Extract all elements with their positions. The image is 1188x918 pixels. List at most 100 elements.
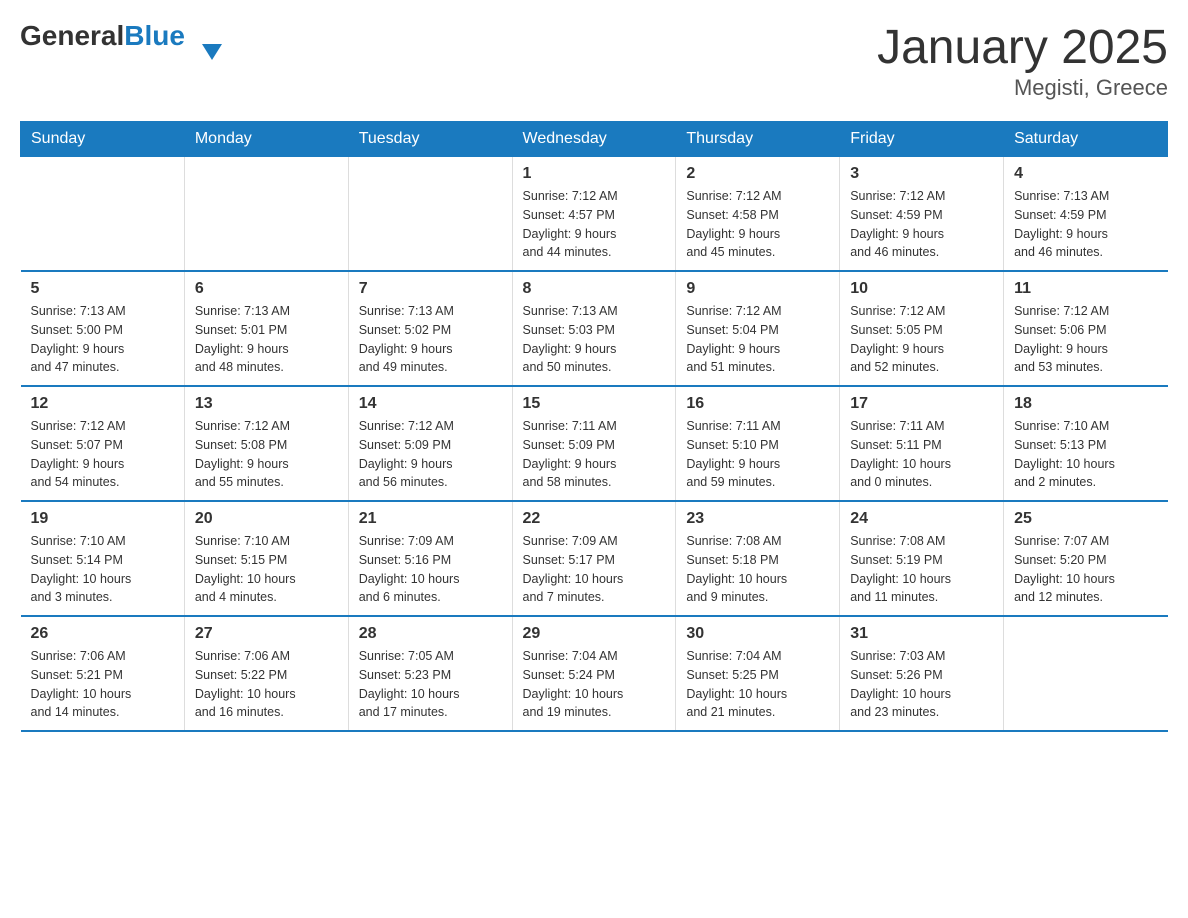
day-info: Sunrise: 7:08 AM Sunset: 5:18 PM Dayligh… xyxy=(686,532,829,607)
header-row: SundayMondayTuesdayWednesdayThursdayFrid… xyxy=(21,122,1168,157)
day-info: Sunrise: 7:03 AM Sunset: 5:26 PM Dayligh… xyxy=(850,647,993,722)
logo-wordmark: GeneralBlue xyxy=(20,20,202,52)
day-info: Sunrise: 7:08 AM Sunset: 5:19 PM Dayligh… xyxy=(850,532,993,607)
calendar-cell: 21Sunrise: 7:09 AM Sunset: 5:16 PM Dayli… xyxy=(348,501,512,616)
day-number: 16 xyxy=(686,395,829,413)
title-section: January 2025 Megisti, Greece xyxy=(877,20,1168,101)
calendar-cell: 17 Sunrise: 7:11 AM Sunset: 5:11 PM Dayli… xyxy=(840,386,1004,501)
day-info: Sunrise: 7:13 AM Sunset: 4:59 PM Dayligh… xyxy=(1014,187,1157,262)
calendar-cell xyxy=(348,157,512,272)
day-info: Sunrise: 7:04 AM Sunset: 5:24 PM Dayligh… xyxy=(523,647,666,722)
day-number: 29 xyxy=(523,625,666,643)
week-row-5: 26 Sunrise: 7:06 AM Sunset: 5:21 PM Dayli… xyxy=(21,616,1168,731)
calendar-cell: 2 Sunrise: 7:12 AM Sunset: 4:58 PM Daylig… xyxy=(676,157,840,272)
day-info: Sunrise: 7:07 AM Sunset: 5:20 PM Dayligh… xyxy=(1014,532,1157,607)
calendar-cell: 4 Sunrise: 7:13 AM Sunset: 4:59 PM Daylig… xyxy=(1004,157,1168,272)
header-tuesday: Tuesday xyxy=(348,122,512,157)
calendar-cell: 26 Sunrise: 7:06 AM Sunset: 5:21 PM Dayli… xyxy=(21,616,185,731)
day-number: 25 xyxy=(1014,510,1157,528)
logo-blue: Blue xyxy=(124,20,202,52)
calendar-cell: 7 Sunrise: 7:13 AM Sunset: 5:02 PM Daylig… xyxy=(348,271,512,386)
calendar-cell xyxy=(1004,616,1168,731)
day-info: Sunrise: 7:13 AM Sunset: 5:00 PM Dayligh… xyxy=(31,302,174,377)
day-info: Sunrise: 7:12 AM Sunset: 5:08 PM Dayligh… xyxy=(195,417,338,492)
day-info: Sunrise: 7:06 AM Sunset: 5:21 PM Dayligh… xyxy=(31,647,174,722)
day-info: Sunrise: 7:12 AM Sunset: 5:09 PM Dayligh… xyxy=(359,417,502,492)
calendar-cell: 31Sunrise: 7:03 AM Sunset: 5:26 PM Dayli… xyxy=(840,616,1004,731)
day-number: 15 xyxy=(523,395,666,413)
day-info: Sunrise: 7:12 AM Sunset: 4:58 PM Dayligh… xyxy=(686,187,829,262)
header-thursday: Thursday xyxy=(676,122,840,157)
header-friday: Friday xyxy=(840,122,1004,157)
day-number: 23 xyxy=(686,510,829,528)
week-row-4: 19Sunrise: 7:10 AM Sunset: 5:14 PM Dayli… xyxy=(21,501,1168,616)
day-number: 13 xyxy=(195,395,338,413)
day-info: Sunrise: 7:11 AM Sunset: 5:11 PM Dayligh… xyxy=(850,417,993,492)
day-info: Sunrise: 7:10 AM Sunset: 5:13 PM Dayligh… xyxy=(1014,417,1157,492)
calendar-cell xyxy=(184,157,348,272)
day-number: 30 xyxy=(686,625,829,643)
day-number: 22 xyxy=(523,510,666,528)
logo-general: General xyxy=(20,20,124,51)
day-number: 20 xyxy=(195,510,338,528)
calendar-cell: 3 Sunrise: 7:12 AM Sunset: 4:59 PM Daylig… xyxy=(840,157,1004,272)
calendar-cell: 6Sunrise: 7:13 AM Sunset: 5:01 PM Daylig… xyxy=(184,271,348,386)
day-info: Sunrise: 7:11 AM Sunset: 5:09 PM Dayligh… xyxy=(523,417,666,492)
day-info: Sunrise: 7:11 AM Sunset: 5:10 PM Dayligh… xyxy=(686,417,829,492)
calendar-cell: 12 Sunrise: 7:12 AM Sunset: 5:07 PM Dayli… xyxy=(21,386,185,501)
day-number: 12 xyxy=(31,395,174,413)
day-number: 11 xyxy=(1014,280,1157,298)
header-wednesday: Wednesday xyxy=(512,122,676,157)
calendar-cell: 8 Sunrise: 7:13 AM Sunset: 5:03 PM Daylig… xyxy=(512,271,676,386)
day-info: Sunrise: 7:13 AM Sunset: 5:02 PM Dayligh… xyxy=(359,302,502,377)
calendar-subtitle: Megisti, Greece xyxy=(877,75,1168,101)
day-number: 4 xyxy=(1014,165,1157,183)
day-info: Sunrise: 7:13 AM Sunset: 5:03 PM Dayligh… xyxy=(523,302,666,377)
day-number: 26 xyxy=(31,625,174,643)
week-row-1: 1Sunrise: 7:12 AM Sunset: 4:57 PM Daylig… xyxy=(21,157,1168,272)
day-number: 24 xyxy=(850,510,993,528)
calendar-title: January 2025 xyxy=(877,20,1168,75)
day-number: 2 xyxy=(686,165,829,183)
day-info: Sunrise: 7:09 AM Sunset: 5:17 PM Dayligh… xyxy=(523,532,666,607)
day-info: Sunrise: 7:04 AM Sunset: 5:25 PM Dayligh… xyxy=(686,647,829,722)
calendar-table: SundayMondayTuesdayWednesdayThursdayFrid… xyxy=(20,121,1168,732)
day-info: Sunrise: 7:12 AM Sunset: 4:57 PM Dayligh… xyxy=(523,187,666,262)
day-number: 27 xyxy=(195,625,338,643)
day-number: 17 xyxy=(850,395,993,413)
day-number: 7 xyxy=(359,280,502,298)
day-info: Sunrise: 7:12 AM Sunset: 4:59 PM Dayligh… xyxy=(850,187,993,262)
day-info: Sunrise: 7:12 AM Sunset: 5:04 PM Dayligh… xyxy=(686,302,829,377)
day-number: 3 xyxy=(850,165,993,183)
calendar-cell: 18 Sunrise: 7:10 AM Sunset: 5:13 PM Dayli… xyxy=(1004,386,1168,501)
day-info: Sunrise: 7:12 AM Sunset: 5:05 PM Dayligh… xyxy=(850,302,993,377)
calendar-cell: 5Sunrise: 7:13 AM Sunset: 5:00 PM Daylig… xyxy=(21,271,185,386)
calendar-cell: 24 Sunrise: 7:08 AM Sunset: 5:19 PM Dayli… xyxy=(840,501,1004,616)
day-info: Sunrise: 7:06 AM Sunset: 5:22 PM Dayligh… xyxy=(195,647,338,722)
calendar-cell: 15 Sunrise: 7:11 AM Sunset: 5:09 PM Dayli… xyxy=(512,386,676,501)
logo: GeneralBlue xyxy=(20,20,202,52)
calendar-cell: 23 Sunrise: 7:08 AM Sunset: 5:18 PM Dayli… xyxy=(676,501,840,616)
calendar-cell: 29 Sunrise: 7:04 AM Sunset: 5:24 PM Dayli… xyxy=(512,616,676,731)
day-info: Sunrise: 7:05 AM Sunset: 5:23 PM Dayligh… xyxy=(359,647,502,722)
day-number: 8 xyxy=(523,280,666,298)
week-row-3: 12 Sunrise: 7:12 AM Sunset: 5:07 PM Dayli… xyxy=(21,386,1168,501)
header-sunday: Sunday xyxy=(21,122,185,157)
calendar-cell: 22 Sunrise: 7:09 AM Sunset: 5:17 PM Dayli… xyxy=(512,501,676,616)
day-info: Sunrise: 7:13 AM Sunset: 5:01 PM Dayligh… xyxy=(195,302,338,377)
day-info: Sunrise: 7:10 AM Sunset: 5:15 PM Dayligh… xyxy=(195,532,338,607)
calendar-cell: 19Sunrise: 7:10 AM Sunset: 5:14 PM Dayli… xyxy=(21,501,185,616)
calendar-cell: 25 Sunrise: 7:07 AM Sunset: 5:20 PM Dayli… xyxy=(1004,501,1168,616)
calendar-cell: 16 Sunrise: 7:11 AM Sunset: 5:10 PM Dayli… xyxy=(676,386,840,501)
day-number: 28 xyxy=(359,625,502,643)
calendar-cell: 11Sunrise: 7:12 AM Sunset: 5:06 PM Dayli… xyxy=(1004,271,1168,386)
day-number: 14 xyxy=(359,395,502,413)
page-header: GeneralBlue January 2025 Megisti, Greece xyxy=(20,20,1168,101)
calendar-cell: 20 Sunrise: 7:10 AM Sunset: 5:15 PM Dayli… xyxy=(184,501,348,616)
calendar-cell: 13 Sunrise: 7:12 AM Sunset: 5:08 PM Dayli… xyxy=(184,386,348,501)
day-number: 18 xyxy=(1014,395,1157,413)
day-info: Sunrise: 7:12 AM Sunset: 5:07 PM Dayligh… xyxy=(31,417,174,492)
header-saturday: Saturday xyxy=(1004,122,1168,157)
day-number: 19 xyxy=(31,510,174,528)
header-monday: Monday xyxy=(184,122,348,157)
